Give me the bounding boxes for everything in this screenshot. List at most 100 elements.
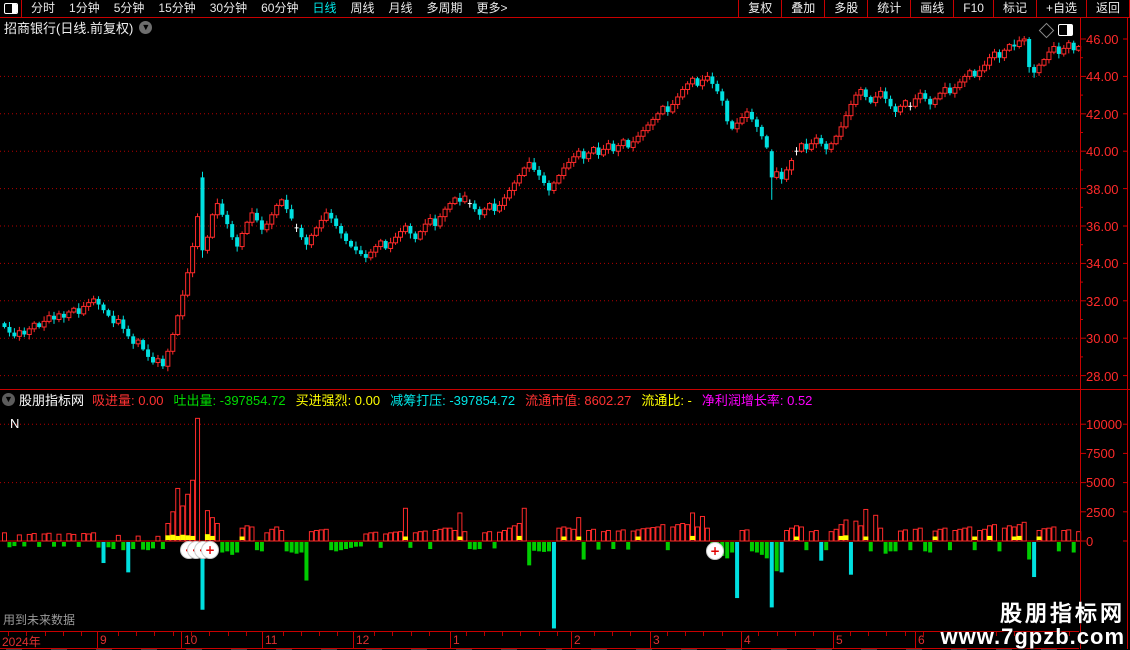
candle-down [106,310,111,316]
volume-bar-down [730,542,735,553]
volume-bar-up [605,529,611,542]
stats-button[interactable]: 统计 [867,0,910,17]
tab-more[interactable]: 更多> [470,0,515,17]
overlay-button[interactable]: 叠加 [781,0,824,17]
minor-tick [173,632,174,636]
candle-up [91,298,97,304]
volume-bar-up [650,527,656,542]
time-axis[interactable]: 2024年 9 10 11 12 1 2 3 4 5 6 [0,631,1079,649]
volume-bar-up [452,529,458,542]
accumulation-mark [209,535,215,540]
chevron-down-icon[interactable]: ▼ [139,20,153,34]
candle-up [462,195,468,203]
candlestick-pane[interactable] [0,36,1130,389]
tab-weekly[interactable]: 周线 [343,0,381,17]
candle-up [239,232,245,248]
volume-bar-up [1046,527,1052,542]
candle-up [828,143,834,150]
month-label: 2 [574,633,581,647]
candle-down [472,203,477,210]
volume-bar-down [329,542,334,551]
candle-up [501,197,507,206]
volume-bar-down [378,542,383,548]
volume-bar-down [947,542,952,551]
volume-bar-down [868,542,873,552]
tab-fenshi[interactable]: 分时 [24,0,62,17]
volume-bar-up [269,528,275,542]
tab-monthly[interactable]: 月线 [382,0,420,17]
tab-60min[interactable]: 60分钟 [254,0,305,17]
candle-up [204,236,210,251]
accumulation-mark [239,536,245,540]
volume-bar-up [412,532,418,542]
candle-up [957,81,963,89]
volume-bar-down [304,542,309,581]
fuquan-button[interactable]: 复权 [738,0,781,17]
volume-bar-up [91,532,97,542]
chart-title-row: 招商银行(日线.前复权) ▼ [4,19,153,36]
candle-down [284,199,289,210]
volume-bar-up [398,531,403,542]
panel-layout-icon-small[interactable] [1058,24,1073,36]
volume-bar-down [596,542,601,550]
volume-bar-up [680,522,686,542]
candle-up [487,203,493,210]
candle-down [779,171,784,180]
candle-up [86,302,92,307]
minor-tick [228,632,229,636]
signal-marker[interactable]: + [706,542,724,560]
candle-up [165,350,171,367]
candle-up [56,313,62,321]
volume-bar-cyan [819,542,824,561]
volume-bar-up [789,527,795,542]
indicator-n-label: N [10,416,20,431]
f10-button[interactable]: F10 [953,0,993,17]
signal-marker[interactable]: + [201,541,219,559]
minor-tick [722,632,723,636]
candle-up [848,103,854,117]
candle-up [417,231,423,240]
tab-daily[interactable]: 日线 [305,0,343,17]
tab-15min[interactable]: 15分钟 [151,0,202,17]
back-button[interactable]: 返回 [1085,0,1129,17]
volume-bar-down [22,542,27,547]
volume-bar-up [695,526,700,542]
volume-bar-up [31,533,37,542]
volume-bar-down [477,542,482,550]
volume-bar-up [487,531,493,542]
mark-button[interactable]: 标记 [992,0,1036,17]
indicator-collapse-icon[interactable]: ▼ [2,393,15,406]
candle-down [329,212,334,219]
candle-down [160,358,165,367]
minor-tick [905,632,906,636]
volume-bar-cyan [769,542,774,608]
volume-bar-up [422,530,428,542]
volume-bar-down [344,542,349,550]
candle-up [244,221,250,234]
candle-down [52,315,56,320]
price-label: 44.00 [1086,69,1119,84]
volume-bar-down [254,542,259,551]
month-label: 5 [836,633,843,647]
volume-bar-down [160,542,165,550]
multi-stock-button[interactable]: 多股 [824,0,867,17]
tab-5min[interactable]: 5分钟 [107,0,152,17]
indicator-axis-label: 5000 [1086,475,1115,490]
add-favorite-button[interactable]: +自选 [1035,0,1086,17]
volume-bar-up [437,528,443,542]
volume-bar-up [942,527,948,542]
candle-up [977,70,983,77]
tab-30min[interactable]: 30分钟 [203,0,254,17]
candle-up [1006,44,1012,51]
volume-bar-down [764,542,769,559]
volume-bar-up [1006,525,1012,542]
candle-up [605,143,611,150]
minor-tick [520,632,521,636]
draw-line-button[interactable]: 画线 [910,0,953,17]
month-tick [741,632,742,648]
tab-multi-period[interactable]: 多周期 [420,0,470,17]
tab-1min[interactable]: 1分钟 [62,0,107,17]
candle-up [308,234,314,246]
indicator-pane[interactable]: «««++ [0,409,1130,631]
layout-toggle-button[interactable] [0,0,22,17]
